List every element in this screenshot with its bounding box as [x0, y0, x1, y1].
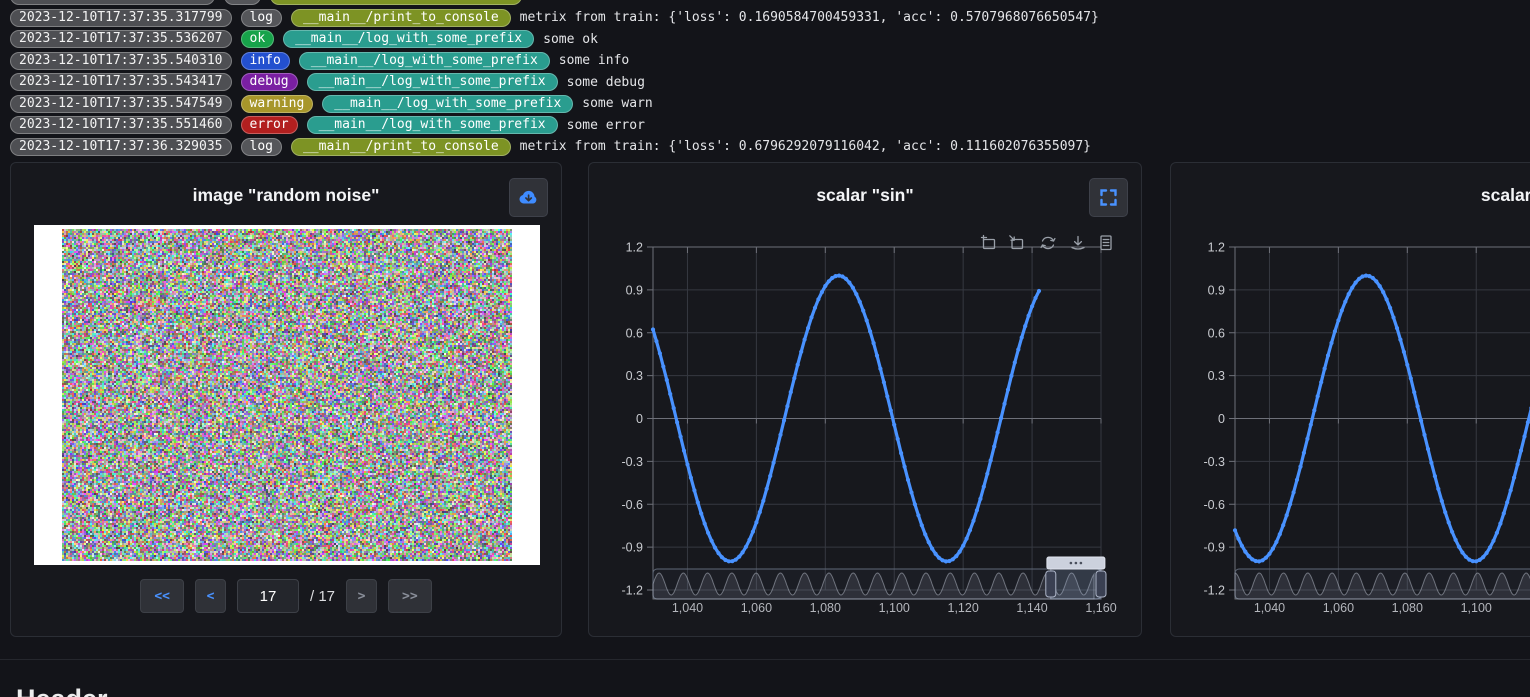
log-logger-badge: __main__/log_with_some_prefix	[307, 73, 558, 91]
svg-text:1.2: 1.2	[626, 241, 643, 255]
svg-text:1,080: 1,080	[810, 601, 841, 615]
page-number-input[interactable]	[237, 579, 299, 613]
log-logger-badge: __main__/print_to_console	[291, 9, 511, 27]
log-level-badge: log	[241, 9, 282, 27]
log-level-badge: ok	[241, 30, 275, 48]
log-row: 2023-12-10T17:37:35.540310 info __main__…	[10, 52, 1530, 70]
log-row: 2023-12-10T17:37:35.536207 ok __main__/l…	[10, 30, 1530, 48]
log-row: 2023-12-10T17:37:35.551460 error __main_…	[10, 116, 1530, 134]
svg-text:-0.3: -0.3	[621, 455, 643, 469]
log-level-badge: debug	[241, 73, 298, 91]
sin-chart[interactable]: 1.2 0.9 0.6 0.3 0 -0.3 -0.6 -0.9 -1.2 1,040 1,060 1…	[589, 163, 1143, 638]
sin-fullscreen-button[interactable]	[1089, 178, 1128, 217]
sin-card-title: scalar "sin"	[589, 185, 1141, 206]
log-logger-badge: __main__/log_with_some_prefix	[283, 30, 534, 48]
log-logger-badge: __main__/print_to_console	[291, 138, 511, 156]
svg-text:0.3: 0.3	[626, 369, 643, 383]
scalar-sin-card: 1.2 0.9 0.6 0.3 0 -0.3 -0.6 -0.9 -1.2 1,040 1,060 1…	[588, 162, 1142, 637]
log-timestamp-badge: 2023-12-10T17:37:35.547549	[10, 95, 232, 113]
svg-text:1,040: 1,040	[672, 601, 703, 615]
log-level-badge: log	[241, 138, 282, 156]
cos-card-title: scalar "cos"	[1171, 185, 1530, 206]
next-page-button[interactable]: >	[346, 579, 377, 613]
log-message: metrix from train: {'loss': 0.6796292079…	[520, 139, 1091, 154]
last-page-button[interactable]: >>	[388, 579, 432, 613]
log-message: some debug	[567, 75, 645, 90]
svg-text:1,040: 1,040	[1254, 601, 1285, 615]
log-level-badge: warning	[241, 95, 314, 113]
svg-text:1,080: 1,080	[1392, 601, 1423, 615]
log-message: some warn	[582, 96, 652, 111]
section-divider	[0, 659, 1530, 660]
image-pagination: << < / 17 > >>	[11, 579, 561, 613]
svg-text:-0.3: -0.3	[1203, 455, 1225, 469]
log-level-badge: error	[241, 116, 298, 134]
svg-text:1,140: 1,140	[1016, 601, 1047, 615]
image-card: image "random noise" << < / 17 > >>	[10, 162, 562, 637]
svg-text:0: 0	[636, 412, 643, 426]
page-total-label: / 17	[310, 588, 335, 605]
log-timestamp-badge: 2023-12-10T17:37:35.543417	[10, 73, 232, 91]
svg-text:0.9: 0.9	[626, 283, 643, 297]
log-logger-badge	[270, 0, 522, 5]
svg-text:0.3: 0.3	[1208, 369, 1225, 383]
scalar-cos-card: 1.2 0.9 0.6 0.3 0 -0.3 -0.6 -0.9 -1.2 1,040 1,060 1…	[1170, 162, 1530, 637]
svg-text:-0.6: -0.6	[1203, 498, 1225, 512]
image-download-button[interactable]	[509, 178, 548, 217]
datazoom-handle[interactable]	[1046, 571, 1056, 597]
datazoom-handle[interactable]	[1096, 571, 1106, 597]
next-section-heading: Header	[16, 684, 108, 697]
log-row: 2023-12-10T17:37:35.317799 log __main__/…	[10, 9, 1530, 27]
log-row	[10, 0, 1530, 5]
log-console: 2023-12-10T17:37:35.317799 log __main__/…	[10, 0, 1530, 159]
svg-text:0: 0	[1218, 412, 1225, 426]
svg-text:0.6: 0.6	[1208, 326, 1225, 340]
log-timestamp-badge: 2023-12-10T17:37:35.551460	[10, 116, 232, 134]
image-figure	[34, 225, 540, 565]
svg-text:-1.2: -1.2	[1203, 584, 1225, 598]
log-row: 2023-12-10T17:37:35.543417 debug __main_…	[10, 73, 1530, 91]
log-message: metrix from train: {'loss': 0.1690584700…	[520, 10, 1099, 25]
image-card-title: image "random noise"	[11, 185, 561, 206]
fullscreen-icon	[1100, 189, 1117, 206]
svg-text:1,060: 1,060	[741, 601, 772, 615]
cos-chart[interactable]: 1.2 0.9 0.6 0.3 0 -0.3 -0.6 -0.9 -1.2 1,040 1,060 1…	[1171, 163, 1530, 638]
svg-text:0.9: 0.9	[1208, 283, 1225, 297]
svg-text:-1.2: -1.2	[621, 584, 643, 598]
log-level-badge: info	[241, 52, 290, 70]
page: 2023-12-10T17:37:35.317799 log __main__/…	[0, 0, 1530, 697]
log-timestamp-badge: 2023-12-10T17:37:35.536207	[10, 30, 232, 48]
log-message: some error	[567, 118, 645, 133]
prev-page-button[interactable]: <	[195, 579, 226, 613]
svg-text:1,120: 1,120	[948, 601, 979, 615]
svg-text:-0.9: -0.9	[1203, 541, 1225, 555]
log-timestamp-badge: 2023-12-10T17:37:35.317799	[10, 9, 232, 27]
svg-text:-0.9: -0.9	[621, 541, 643, 555]
datazoom-window[interactable]	[1051, 569, 1101, 599]
log-logger-badge: __main__/log_with_some_prefix	[307, 116, 558, 134]
svg-text:0.6: 0.6	[626, 326, 643, 340]
toolbox-data-view-icon[interactable]	[1101, 236, 1111, 250]
first-page-button[interactable]: <<	[140, 579, 184, 613]
log-message: some info	[559, 53, 629, 68]
log-logger-badge: __main__/log_with_some_prefix	[299, 52, 550, 70]
log-logger-badge: __main__/log_with_some_prefix	[322, 95, 573, 113]
log-row: 2023-12-10T17:37:36.329035 log __main__/…	[10, 138, 1530, 156]
svg-text:1,160: 1,160	[1085, 601, 1116, 615]
svg-text:1,100: 1,100	[1461, 601, 1492, 615]
svg-text:-0.6: -0.6	[621, 498, 643, 512]
noise-image	[62, 229, 512, 561]
log-row: 2023-12-10T17:37:35.547549 warning __mai…	[10, 95, 1530, 113]
log-timestamp-badge	[10, 0, 215, 5]
log-level-badge	[224, 0, 261, 5]
svg-text:1.2: 1.2	[1208, 241, 1225, 255]
log-message: some ok	[543, 32, 598, 47]
svg-text:1,060: 1,060	[1323, 601, 1354, 615]
log-timestamp-badge: 2023-12-10T17:37:36.329035	[10, 138, 232, 156]
cloud-download-icon	[518, 187, 539, 208]
log-timestamp-badge: 2023-12-10T17:37:35.540310	[10, 52, 232, 70]
svg-text:1,100: 1,100	[879, 601, 910, 615]
